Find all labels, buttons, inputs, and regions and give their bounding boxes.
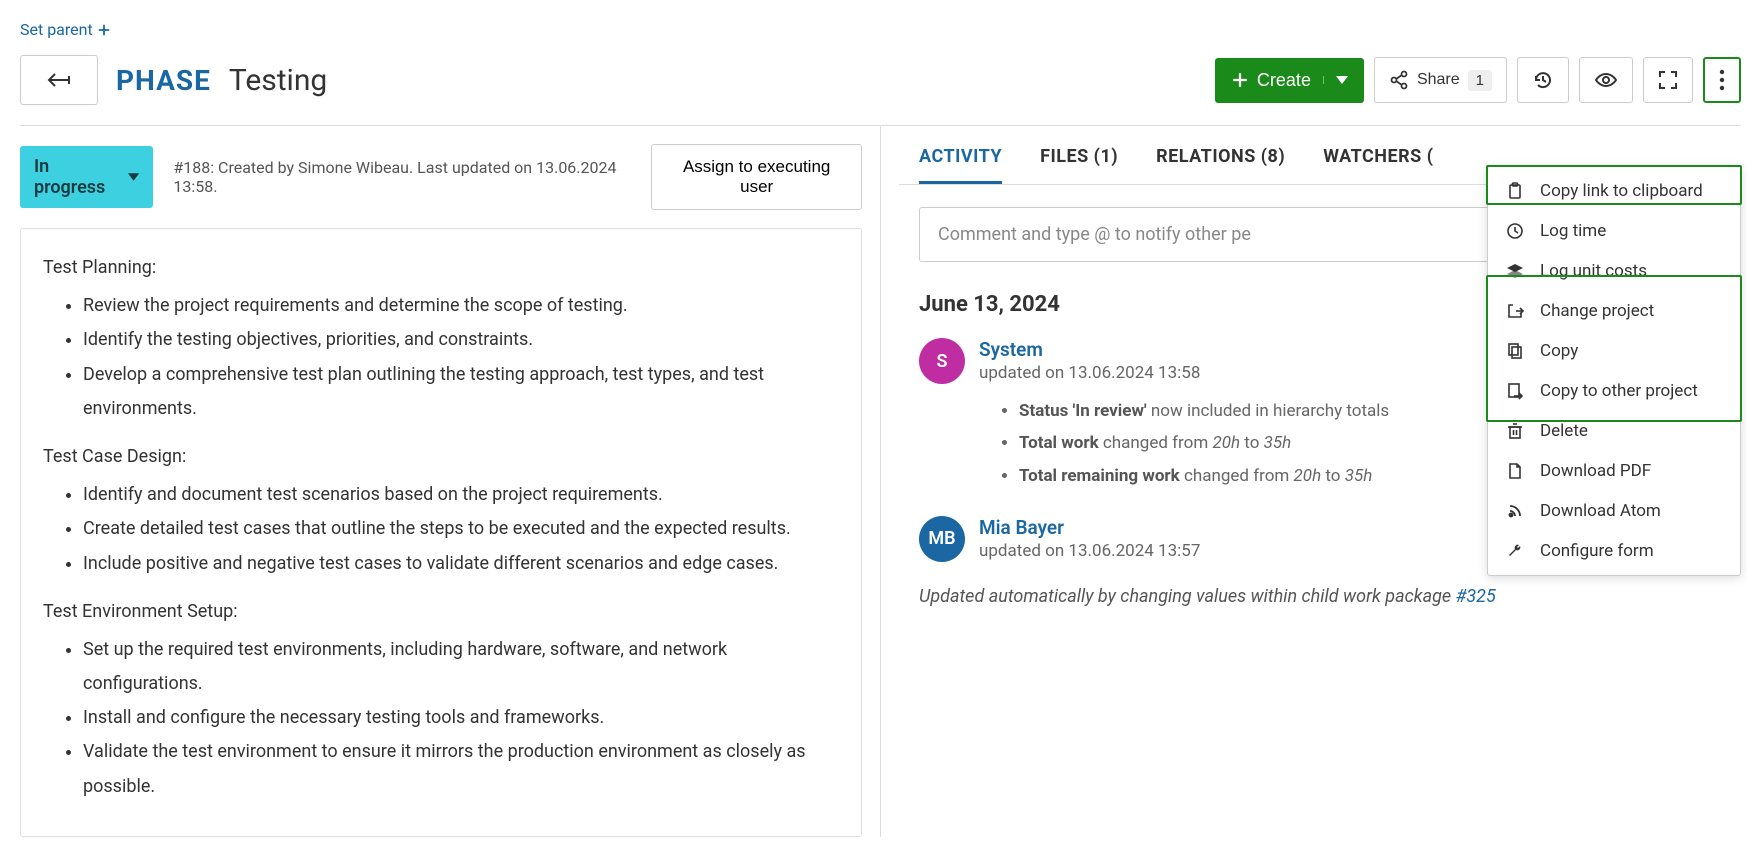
description-content[interactable]: Test Planning: Review the project requir… xyxy=(20,228,862,837)
eye-icon xyxy=(1594,72,1618,88)
plus-icon xyxy=(1231,71,1249,89)
more-actions-button[interactable] xyxy=(1703,57,1741,103)
desc-list-2: Identify and document test scenarios bas… xyxy=(43,478,839,581)
activity-auto-note: Updated automatically by changing values… xyxy=(899,586,1741,607)
share-icon xyxy=(1389,70,1409,90)
rss-icon xyxy=(1507,503,1523,519)
child-wp-link[interactable]: #325 xyxy=(1456,586,1496,607)
history-button[interactable] xyxy=(1517,57,1569,103)
menu-download-pdf[interactable]: Download PDF xyxy=(1488,451,1740,491)
tab-files[interactable]: FILES (1) xyxy=(1040,132,1118,184)
set-parent-label: Set parent xyxy=(20,20,93,39)
create-button[interactable]: Create xyxy=(1215,58,1364,103)
copy-to-icon xyxy=(1507,382,1523,400)
back-arrow-icon xyxy=(45,71,73,89)
clipboard-icon xyxy=(1507,182,1523,200)
desc-list-3: Set up the required test environments, i… xyxy=(43,633,839,804)
tab-relations[interactable]: RELATIONS (8) xyxy=(1156,132,1285,184)
activity-date-header: June 13, 2024 xyxy=(919,292,1060,317)
work-package-type: PHASE xyxy=(116,64,211,97)
status-label: In progress xyxy=(34,156,118,198)
share-button[interactable]: Share 1 xyxy=(1374,57,1507,103)
plus-icon xyxy=(97,23,111,37)
set-parent-link[interactable]: Set parent xyxy=(20,20,111,39)
clock-icon xyxy=(1506,222,1524,240)
work-package-meta: #188: Created by Simone Wibeau. Last upd… xyxy=(173,158,631,196)
menu-copy-link[interactable]: Copy link to clipboard xyxy=(1488,171,1740,211)
menu-copy[interactable]: Copy xyxy=(1488,331,1740,371)
stack-icon xyxy=(1506,263,1524,279)
menu-download-atom[interactable]: Download Atom xyxy=(1488,491,1740,531)
page-title[interactable]: Testing xyxy=(229,63,327,98)
export-icon xyxy=(1506,303,1524,319)
menu-delete[interactable]: Delete xyxy=(1488,411,1740,451)
share-label: Share xyxy=(1417,71,1460,89)
share-count-badge: 1 xyxy=(1468,70,1492,91)
back-button[interactable] xyxy=(20,55,98,105)
menu-log-time[interactable]: Log time xyxy=(1488,211,1740,251)
copy-icon xyxy=(1507,342,1523,360)
tab-activity[interactable]: ACTIVITY xyxy=(919,132,1002,184)
menu-change-project[interactable]: Change project xyxy=(1488,291,1740,331)
trash-icon xyxy=(1507,422,1523,440)
desc-list-1: Review the project requirements and dete… xyxy=(43,289,839,426)
tab-watchers[interactable]: WATCHERS ( xyxy=(1323,132,1433,184)
caret-down-icon xyxy=(128,173,139,181)
more-actions-menu: Copy link to clipboard Log time Log unit… xyxy=(1487,166,1741,576)
history-icon xyxy=(1532,69,1554,91)
avatar: S xyxy=(919,338,965,384)
assign-button[interactable]: Assign to executing user xyxy=(651,144,862,210)
menu-configure-form[interactable]: Configure form xyxy=(1488,531,1740,571)
status-dropdown[interactable]: In progress xyxy=(20,146,153,208)
avatar: MB xyxy=(919,516,965,562)
expand-icon xyxy=(1658,70,1678,90)
pdf-icon xyxy=(1507,462,1523,480)
menu-log-unit-costs[interactable]: Log unit costs xyxy=(1488,251,1740,291)
watch-button[interactable] xyxy=(1579,57,1633,103)
fullscreen-button[interactable] xyxy=(1643,57,1693,103)
create-label: Create xyxy=(1257,70,1311,91)
caret-down-icon xyxy=(1336,76,1348,84)
wrench-icon xyxy=(1506,542,1524,560)
kebab-icon xyxy=(1719,69,1725,91)
menu-copy-to-other[interactable]: Copy to other project xyxy=(1488,371,1740,411)
